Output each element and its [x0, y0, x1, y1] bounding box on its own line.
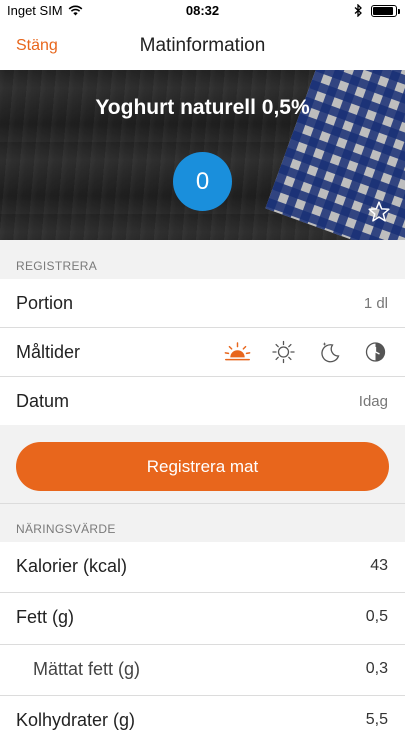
nutrition-section-header: NÄRINGSVÄRDE: [0, 503, 405, 542]
clock: 08:32: [185, 3, 220, 18]
night-clock-icon[interactable]: [362, 340, 389, 364]
bluetooth-icon: [354, 4, 362, 17]
status-bar: Inget SIM 08:32: [0, 0, 405, 22]
battery-icon: [371, 4, 400, 17]
favorite-star-icon[interactable]: [367, 200, 391, 224]
nutrition-section-label: NÄRINGSVÄRDE: [16, 522, 116, 536]
nutrition-row: Kolhydrater (g) 5,5: [0, 696, 405, 730]
nutrition-label: Kalorier (kcal): [16, 556, 128, 576]
page-title: Matinformation: [139, 35, 266, 56]
battery-fill: [373, 6, 393, 15]
nutrition-value: 43: [370, 557, 388, 574]
register-section-label: REGISTRERA: [16, 259, 98, 273]
hero-image: Yoghurt naturell 0,5% 0: [0, 70, 405, 240]
nutrition-row: Fett (g) 0,5: [0, 593, 405, 645]
nav-bar: Stäng Matinformation: [0, 22, 405, 70]
portion-row[interactable]: Portion 1 dl: [0, 279, 405, 328]
date-value: Idag: [358, 393, 388, 410]
meals-row: Måltider: [0, 328, 405, 377]
nutrition-row: Kalorier (kcal) 43: [0, 542, 405, 593]
register-button-area: Registrera mat: [0, 425, 405, 503]
meals-label: Måltider: [16, 342, 81, 362]
register-section-header: REGISTRERA: [0, 240, 405, 279]
nutrition-label: Kolhydrater (g): [16, 710, 136, 730]
date-row[interactable]: Datum Idag: [0, 377, 405, 426]
score-badge: 0: [173, 152, 232, 211]
moon-icon[interactable]: [316, 340, 343, 364]
sunrise-icon[interactable]: [224, 340, 251, 364]
register-food-button[interactable]: Registrera mat: [16, 442, 389, 491]
nutrition-value: 0,5: [365, 608, 388, 625]
sun-icon[interactable]: [270, 340, 297, 364]
meal-icons: [224, 340, 389, 364]
nutrition-label: Mättat fett (g): [33, 659, 141, 679]
nutrition-label: Fett (g): [16, 607, 75, 627]
nutrition-value: 5,5: [365, 711, 388, 728]
portion-label: Portion: [16, 293, 74, 313]
portion-value: 1 dl: [363, 295, 388, 312]
nutrition-row: Mättat fett (g) 0,3: [0, 645, 405, 696]
date-label: Datum: [16, 391, 70, 411]
status-right: [354, 4, 400, 17]
nutrition-value: 0,3: [365, 660, 388, 677]
food-name: Yoghurt naturell 0,5%: [95, 96, 310, 119]
